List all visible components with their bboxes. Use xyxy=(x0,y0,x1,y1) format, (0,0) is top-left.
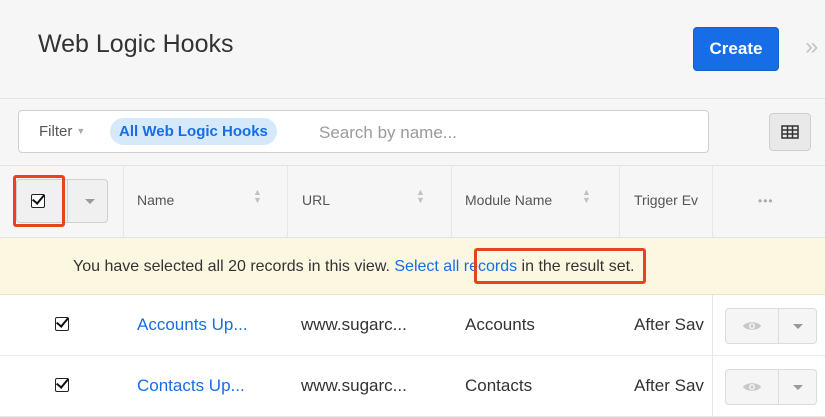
record-trigger: After Sav xyxy=(634,315,704,334)
grid-icon xyxy=(781,125,799,139)
column-header-url[interactable]: URL xyxy=(302,192,330,208)
record-name-link[interactable]: Contacts Up... xyxy=(137,376,245,396)
selection-notice: You have selected all 20 records in this… xyxy=(0,238,825,295)
filter-bar: Filter ▼ All Web Logic Hooks xyxy=(0,99,825,166)
divider xyxy=(451,166,452,237)
eye-icon[interactable] xyxy=(742,319,762,333)
divider xyxy=(712,356,713,416)
record-module: Contacts xyxy=(465,376,533,395)
row-checkbox[interactable] xyxy=(55,378,69,392)
divider xyxy=(123,166,124,237)
row-actions-caret-icon[interactable] xyxy=(793,324,803,329)
table-row[interactable]: Contacts Up... www.sugarc... Contacts Af… xyxy=(0,356,825,417)
eye-icon[interactable] xyxy=(742,380,762,394)
filter-label: Filter xyxy=(39,123,73,140)
sort-icon[interactable]: ▲ ▼ xyxy=(416,188,425,205)
filter-search-box: Filter ▼ All Web Logic Hooks xyxy=(18,110,709,153)
row-actions-caret-icon[interactable] xyxy=(793,385,803,390)
page-header: Web Logic Hooks Create » xyxy=(0,0,825,99)
active-filter-pill[interactable]: All Web Logic Hooks xyxy=(110,118,277,145)
highlight-box xyxy=(474,248,646,284)
row-checkbox[interactable] xyxy=(55,317,69,331)
divider xyxy=(67,180,68,222)
page-title: Web Logic Hooks xyxy=(38,30,234,58)
table-header: Name ▲ ▼ URL ▲ ▼ Module Name ▲ ▼ Trigger Ev… xyxy=(0,166,825,238)
column-header-name[interactable]: Name xyxy=(137,192,174,208)
search-input[interactable] xyxy=(317,117,701,148)
column-header-module-name[interactable]: Module Name xyxy=(465,192,552,208)
divider xyxy=(712,295,713,355)
record-name-link[interactable]: Accounts Up... xyxy=(137,315,248,335)
divider xyxy=(712,166,713,237)
record-url: www.sugarc... xyxy=(301,376,407,395)
row-actions xyxy=(725,308,817,344)
mass-actions-caret-icon[interactable] xyxy=(85,199,95,204)
column-header-trigger-event[interactable]: Trigger Ev xyxy=(634,192,706,208)
divider xyxy=(778,309,779,343)
sort-icon[interactable]: ▲ ▼ xyxy=(253,188,262,205)
caret-down-icon: ▼ xyxy=(76,126,86,136)
divider xyxy=(287,166,288,237)
divider xyxy=(778,370,779,404)
notice-text-before: You have selected all 20 records in this… xyxy=(73,258,395,275)
create-button[interactable]: Create xyxy=(693,27,779,71)
row-actions xyxy=(725,369,817,405)
expand-sidebar-icon[interactable]: » xyxy=(805,33,818,61)
record-module: Accounts xyxy=(465,315,535,334)
ellipsis-icon[interactable]: ••• xyxy=(758,194,774,208)
divider xyxy=(619,166,620,237)
list-view-toggle-button[interactable] xyxy=(769,113,811,151)
table-row[interactable]: Accounts Up... www.sugarc... Accounts Af… xyxy=(0,295,825,356)
record-url: www.sugarc... xyxy=(301,315,407,334)
record-trigger: After Sav xyxy=(634,376,704,395)
sort-icon[interactable]: ▲ ▼ xyxy=(582,188,591,205)
filter-dropdown[interactable]: Filter ▼ xyxy=(39,123,85,140)
highlight-box xyxy=(13,175,65,227)
